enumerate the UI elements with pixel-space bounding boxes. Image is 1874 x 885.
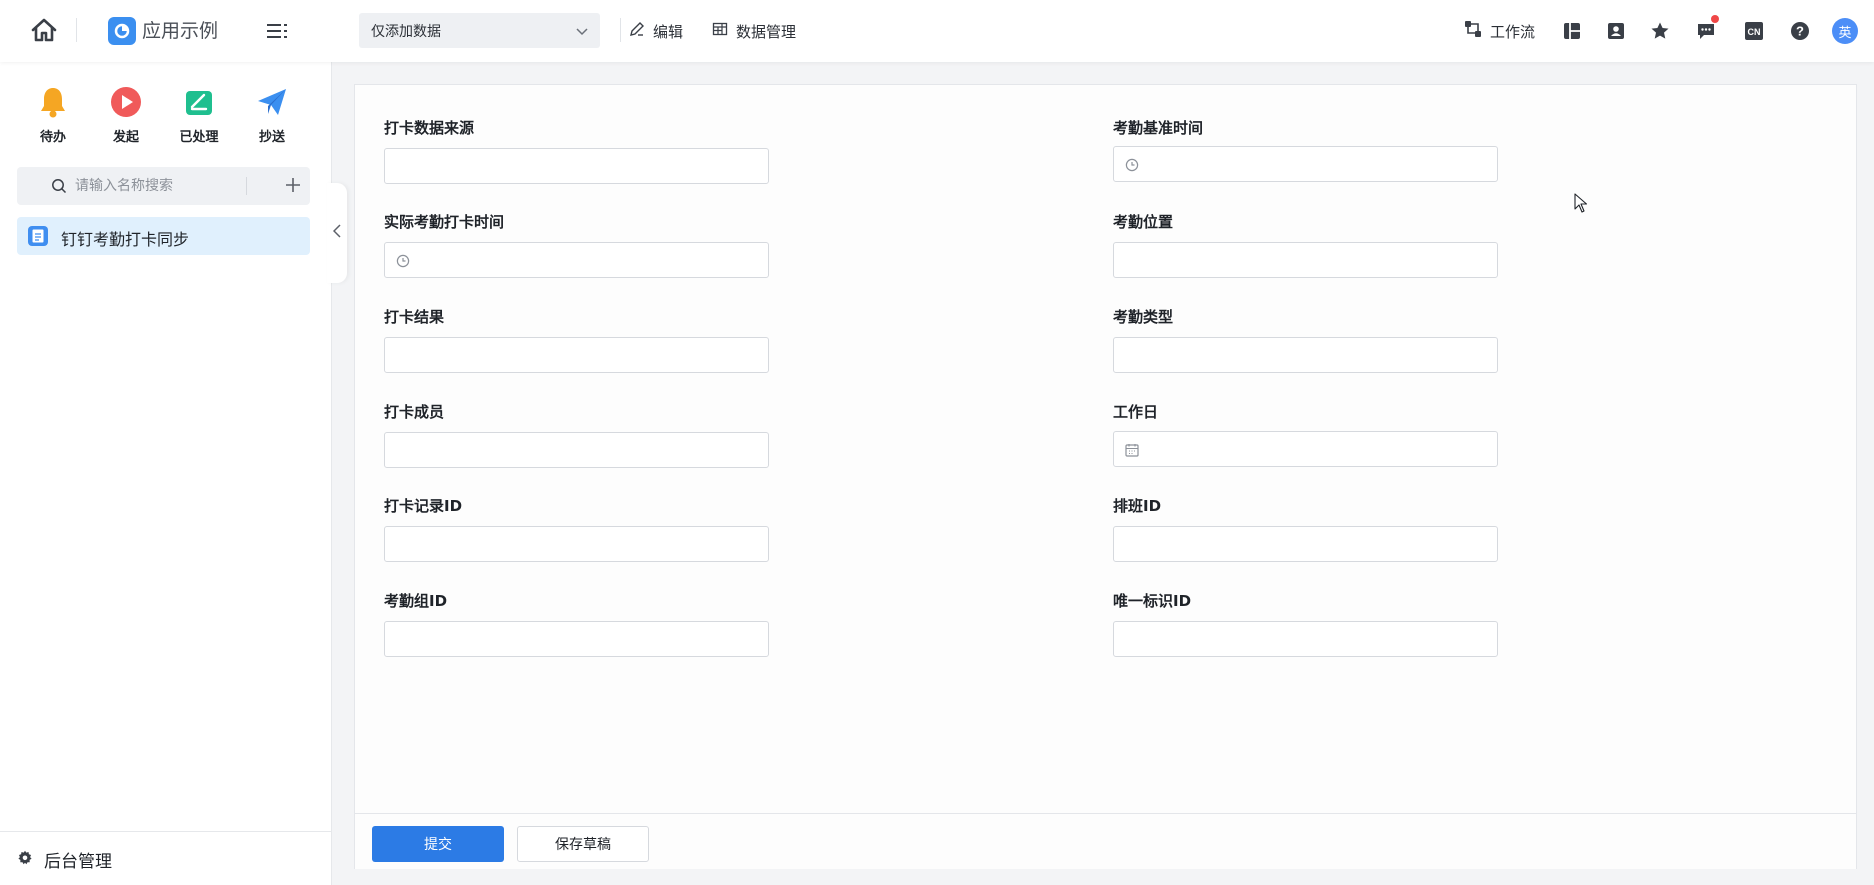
quick-action-processed[interactable]: 已处理 [167,84,231,145]
quick-action-label: 已处理 [179,130,219,145]
admin-backend-label: 后台管理 [44,852,112,872]
field-label-punch-member: 打卡成员 [384,403,445,421]
schedule-id-field[interactable] [1113,526,1498,562]
schedule-id-input[interactable] [1124,533,1484,555]
field-label-attendance-group-id: 考勤组ID [384,592,448,610]
quick-action-label: 待办 [39,130,66,145]
field-label-attendance-type: 考勤类型 [1113,308,1174,326]
punch-member-input[interactable] [395,439,755,461]
field-label-attendance-location: 考勤位置 [1113,213,1174,231]
app-name[interactable]: 应用示例 [142,18,218,44]
help-icon[interactable]: ? [1786,17,1814,45]
pencil-icon [629,21,645,41]
home-icon[interactable] [28,14,60,46]
quick-action-label: 抄送 [258,130,285,145]
data-manage-label: 数据管理 [736,22,797,41]
app-logo-icon [108,17,136,45]
bell-icon [35,84,71,120]
sidebar-item-label: 钉钉考勤打卡同步 [61,230,190,249]
workflow-label: 工作流 [1490,22,1536,41]
chevron-down-icon [576,24,588,40]
field-label-base-time: 考勤基准时间 [1113,119,1204,137]
table-icon [712,21,728,41]
field-label-punch-result: 打卡结果 [384,308,445,326]
actual-punch-time-field[interactable] [384,242,769,278]
workflow-button[interactable]: 工作流 [1464,19,1535,43]
workflow-icon [1464,20,1482,42]
attendance-type-input[interactable] [1124,344,1484,366]
language-badge-text: CN [1748,27,1761,37]
mouse-cursor-icon [1574,193,1588,217]
svg-text:?: ? [1796,24,1804,39]
attendance-group-id-field[interactable] [384,621,769,657]
quick-action-todo[interactable]: 待办 [21,84,85,145]
actual-punch-time-input[interactable] [419,249,755,271]
attendance-location-input[interactable] [1124,249,1484,271]
paper-plane-icon [254,84,290,120]
top-bar: 应用示例 仅添加数据 编辑 数据管理 工作流 CN ? 英 [0,0,1874,62]
form-card: 打卡数据来源 实际考勤打卡时间 打卡结果 打卡成员 打卡记录ID 考勤组ID 考… [354,84,1857,869]
field-label-punch-record-id: 打卡记录ID [384,497,463,515]
gear-icon [17,850,33,870]
admin-backend-link[interactable]: 后台管理 [0,831,332,885]
add-icon[interactable] [283,175,303,199]
star-icon[interactable] [1646,17,1674,45]
form-footer: 提交 保存草稿 [355,813,1856,869]
attendance-group-id-input[interactable] [395,628,755,650]
punch-record-id-field[interactable] [384,526,769,562]
view-select-value: 仅添加数据 [371,24,441,40]
save-draft-button[interactable]: 保存草稿 [517,826,649,862]
punch-result-input[interactable] [395,344,755,366]
base-time-field[interactable] [1113,146,1498,182]
check-tray-icon [181,84,217,120]
punch-member-field[interactable] [384,432,769,468]
unique-id-input[interactable] [1124,628,1484,650]
base-time-input[interactable] [1148,153,1484,175]
punch-source-input[interactable] [395,155,755,177]
document-icon [28,226,48,246]
field-label-workday: 工作日 [1113,403,1159,421]
search-input[interactable] [75,174,235,198]
divider [76,18,77,42]
field-label-schedule-id: 排班ID [1113,497,1162,515]
edit-button[interactable]: 编辑 [629,19,683,43]
punch-result-field[interactable] [384,337,769,373]
quick-action-label: 发起 [112,130,139,145]
punch-record-id-input[interactable] [395,533,755,555]
contacts-icon[interactable] [1602,17,1630,45]
sidebar-collapse-toggle[interactable] [327,183,347,283]
menu-list-icon[interactable] [264,18,290,44]
clock-icon [396,254,410,272]
layout-icon[interactable] [1558,17,1586,45]
notification-dot [1711,15,1719,23]
sidebar-search [17,167,310,205]
chevron-left-icon [332,224,341,242]
field-label-actual-punch-time: 实际考勤打卡时间 [384,213,505,231]
attendance-location-field[interactable] [1113,242,1498,278]
divider [246,177,247,195]
sidebar: 待办 发起 已处理 抄送 钉钉考勤打卡同步 [0,62,332,885]
divider [620,18,621,42]
unique-id-field[interactable] [1113,621,1498,657]
quick-action-start[interactable]: 发起 [94,84,158,145]
edit-label: 编辑 [653,22,684,41]
data-manage-button[interactable]: 数据管理 [712,19,796,43]
avatar[interactable]: 英 [1832,18,1858,44]
search-icon [51,178,67,198]
workday-input[interactable] [1148,438,1484,460]
field-label-punch-source: 打卡数据来源 [384,119,475,137]
workday-field[interactable] [1113,431,1498,467]
view-select[interactable]: 仅添加数据 [359,13,600,48]
language-icon[interactable]: CN [1740,17,1768,45]
punch-source-field[interactable] [384,148,769,184]
clock-icon [1125,158,1139,176]
field-label-unique-id: 唯一标识ID [1113,592,1192,610]
sidebar-item-dingtalk-sync[interactable]: 钉钉考勤打卡同步 [17,217,310,255]
submit-button[interactable]: 提交 [372,826,504,862]
attendance-type-field[interactable] [1113,337,1498,373]
play-icon [108,84,144,120]
message-icon[interactable] [1692,15,1720,45]
quick-action-cc[interactable]: 抄送 [240,84,304,145]
calendar-icon [1125,443,1139,461]
